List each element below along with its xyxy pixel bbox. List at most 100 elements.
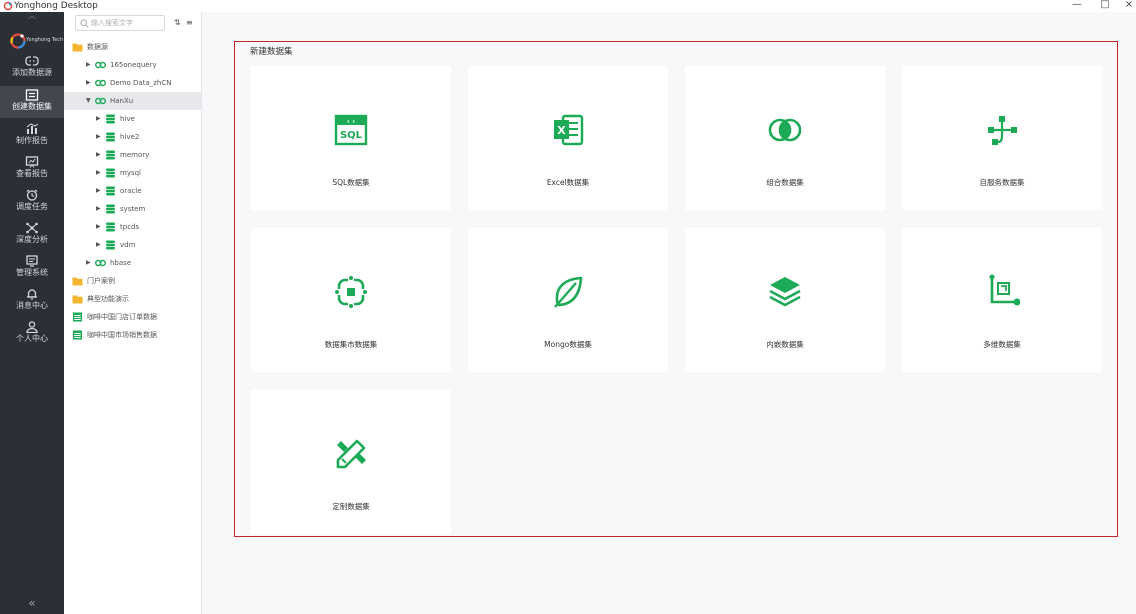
database-icon (106, 150, 115, 160)
database-icon (106, 222, 115, 232)
title-bar: Yonghong Desktop — □ × (0, 0, 1136, 12)
excel-dataset-card[interactable]: X Excel数据集 (468, 66, 668, 210)
database-icon (106, 114, 115, 124)
tree-item[interactable]: ▶ vdm (64, 236, 202, 254)
collapse-nav-button[interactable]: « (0, 596, 64, 610)
link-icon (95, 97, 106, 105)
multidimensional-dataset-card[interactable]: 多维数据集 (902, 228, 1102, 372)
datasource-tree-panel: 输入搜索文字 ⇅ ≡ 数据源 ▶ 165onequery ▶ Demo Data_zhC… (64, 12, 202, 614)
maximize-button[interactable]: □ (1098, 0, 1112, 12)
embedded-dataset-card[interactable]: 内嵌数据集 (685, 228, 885, 372)
card-label: 自服务数据集 (979, 178, 1025, 187)
app-logo-icon (3, 1, 13, 11)
sort-icon[interactable]: ⇅ (174, 18, 181, 27)
svg-text:X: X (557, 124, 566, 137)
database-icon (106, 204, 115, 214)
nav-view-report[interactable]: 查看报告 (0, 153, 64, 185)
caret-right-icon[interactable]: ▶ (96, 236, 101, 254)
search-placeholder: 输入搜索文字 (91, 19, 133, 27)
menu-icon[interactable]: ≡ (186, 18, 193, 27)
tree-item[interactable]: ▶ oracle (64, 182, 202, 200)
tree-item-label: hbase (110, 259, 132, 267)
chart-icon (26, 123, 39, 134)
combine-icon (768, 118, 802, 142)
tree-item-label: Demo Data_zhCN (110, 79, 172, 87)
caret-right-icon[interactable]: ▶ (86, 56, 91, 74)
tree-item[interactable]: ▶ hive2 (64, 128, 202, 146)
tree-item-label: memory (120, 151, 150, 159)
layers-icon (769, 277, 801, 307)
caret-right-icon[interactable]: ▶ (96, 146, 101, 164)
pencil-ruler-icon (336, 439, 366, 469)
monitor-icon (26, 255, 38, 267)
database-icon (106, 132, 115, 142)
mongo-dataset-card[interactable]: Mongo数据集 (468, 228, 668, 372)
tree-item[interactable]: ▶ 165onequery (64, 56, 202, 74)
caret-right-icon[interactable]: ▶ (96, 218, 101, 236)
tree-item-label: mysql (120, 169, 141, 177)
close-button[interactable]: × (1122, 0, 1136, 12)
svg-text:SQL: SQL (340, 130, 363, 141)
nav-add-datasource[interactable]: 添加数据源 (0, 52, 64, 84)
presentation-icon (25, 156, 39, 168)
tree-item[interactable]: 典型功能演示 (64, 290, 202, 308)
tree-item-label: 数据源 (87, 43, 108, 51)
search-input[interactable]: 输入搜索文字 (75, 15, 165, 31)
card-label: 内嵌数据集 (766, 340, 804, 349)
chevron-up-icon[interactable]: ︿ (0, 12, 64, 22)
nav-label: 添加数据源 (12, 68, 52, 77)
tree-item[interactable]: ▶ Demo Data_zhCN (64, 74, 202, 92)
nav-label: 创建数据集 (12, 102, 52, 111)
tree-item[interactable]: ▶ system (64, 200, 202, 218)
nav-label: 管理系统 (16, 268, 48, 277)
combine-dataset-card[interactable]: 组合数据集 (685, 66, 885, 210)
tree-item[interactable]: ▶ mysql (64, 164, 202, 182)
network-icon (26, 222, 38, 234)
caret-right-icon[interactable]: ▶ (96, 182, 101, 200)
nav-message-center[interactable]: 消息中心 (0, 285, 64, 317)
caret-down-icon[interactable]: ▼ (86, 92, 91, 110)
tree-item[interactable]: ▶ hive (64, 110, 202, 128)
nav-label: 制作报告 (16, 136, 48, 145)
dimension-icon (989, 274, 1020, 306)
tree-item[interactable]: 咖啡中国市场销售数据 (64, 326, 202, 344)
card-label: 数据集市数据集 (324, 340, 378, 349)
tree-item[interactable]: 门户案例 (64, 272, 202, 290)
main-content: 新建数据集 ‹ › SQL SQL数据集 X Excel数据集 组合数据集 自服… (202, 12, 1136, 614)
nav-schedule-task[interactable]: 调度任务 (0, 186, 64, 218)
custom-dataset-card[interactable]: 定制数据集 (251, 390, 451, 534)
panel-title: 新建数据集 (250, 47, 293, 57)
self-service-dataset-card[interactable]: 自服务数据集 (902, 66, 1102, 210)
tree-item[interactable]: ▶ hbase (64, 254, 202, 272)
minimize-button[interactable]: — (1070, 0, 1084, 12)
datamart-dataset-card[interactable]: 数据集市数据集 (251, 228, 451, 372)
tree-item[interactable]: ▶ memory (64, 146, 202, 164)
tree-item[interactable]: 数据源 (64, 38, 202, 56)
caret-right-icon[interactable]: ▶ (96, 110, 101, 128)
nav-make-report[interactable]: 制作报告 (0, 120, 64, 152)
caret-right-icon[interactable]: ▶ (96, 200, 101, 218)
nav-label: 深度分析 (16, 235, 48, 244)
caret-right-icon[interactable]: ▶ (96, 164, 101, 182)
caret-right-icon[interactable]: ▶ (86, 74, 91, 92)
nav-label: 查看报告 (16, 169, 48, 178)
tree-item-label: 门户案例 (87, 277, 115, 285)
sql-dataset-card[interactable]: ‹ › SQL SQL数据集 (251, 66, 451, 210)
data-file-icon (73, 312, 82, 322)
nav-admin-system[interactable]: 管理系统 (0, 252, 64, 284)
new-dataset-panel: 新建数据集 ‹ › SQL SQL数据集 X Excel数据集 组合数据集 自服… (234, 41, 1118, 537)
tree-item-label: hive2 (120, 133, 140, 141)
tree-item-label: vdm (120, 241, 136, 249)
caret-right-icon[interactable]: ▶ (96, 128, 101, 146)
nav-create-dataset[interactable]: 创建数据集 (0, 86, 64, 118)
caret-right-icon[interactable]: ▶ (86, 254, 91, 272)
tree-item[interactable]: ▶ tpcds (64, 218, 202, 236)
tree-item[interactable]: ▼ HanXu (64, 92, 202, 110)
link-icon (95, 61, 106, 69)
nav-deep-analysis[interactable]: 深度分析 (0, 219, 64, 251)
alarm-clock-icon (26, 189, 38, 201)
tree-item[interactable]: 咖啡中国门店订单数据 (64, 308, 202, 326)
tree-item-label: 咖啡中国门店订单数据 (87, 313, 157, 321)
link-icon (95, 79, 106, 87)
nav-personal-center[interactable]: 个人中心 (0, 318, 64, 350)
